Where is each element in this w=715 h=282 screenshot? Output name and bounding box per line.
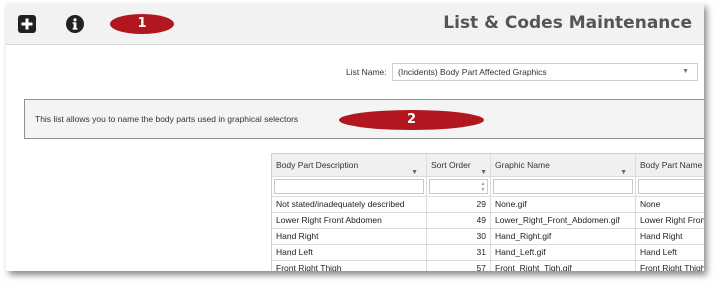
header-bar: 1 List & Codes Maintenance [6, 3, 704, 45]
cell-description: Front Right Thigh [272, 261, 427, 271]
cell-graphic-name: Hand_Right.gif [491, 229, 636, 245]
info-description: This list allows you to name the body pa… [35, 114, 299, 124]
callout-badge-2: 2 [339, 110, 484, 130]
column-header-body-part-name[interactable]: Body Part Name [636, 154, 704, 177]
filter-funnel-icon[interactable]: ▼ [480, 162, 487, 176]
cell-graphic-name: Lower_Right_Front_Abdomen.gif [491, 213, 636, 229]
filter-input-graphic-name[interactable] [493, 179, 633, 194]
column-header-body-part-description[interactable]: Body Part Description ▼ [272, 154, 427, 177]
cell-description: Hand Left [272, 245, 427, 261]
table-row[interactable]: Front Right Thigh 57 Front_Right_Tigh.gi… [272, 261, 704, 271]
table-row[interactable]: Hand Left 31 Hand_Left.gif Hand Left [272, 245, 704, 261]
cell-body-part-name: None [636, 197, 704, 213]
list-name-value: (Incidents) Body Part Affected Graphics [398, 67, 547, 77]
page-title: List & Codes Maintenance [443, 13, 692, 33]
info-icon[interactable] [65, 14, 85, 34]
cell-sort-order: 29 [427, 197, 491, 213]
cell-body-part-name: Front Right Thigh [636, 261, 704, 271]
grid-filter-row: ▲ ▼ [272, 177, 704, 197]
column-header-sort-order[interactable]: Sort Order ▼ [427, 154, 491, 177]
table-row[interactable]: Lower Right Front Abdomen 49 Lower_Right… [272, 213, 704, 229]
cell-body-part-name: Hand Left [636, 245, 704, 261]
cell-description: Not stated/inadequately described [272, 197, 427, 213]
column-header-graphic-name[interactable]: Graphic Name ▼ [491, 154, 636, 177]
cell-graphic-name: Hand_Left.gif [491, 245, 636, 261]
cell-sort-order: 31 [427, 245, 491, 261]
table-row[interactable]: Not stated/inadequately described 29 Non… [272, 197, 704, 213]
cell-sort-order: 57 [427, 261, 491, 271]
filter-input-sort-order[interactable]: ▲ ▼ [429, 179, 488, 194]
cell-sort-order: 30 [427, 229, 491, 245]
filter-input-body-part-name[interactable] [638, 179, 704, 194]
spinner-icon[interactable]: ▲ ▼ [480, 181, 486, 193]
filter-funnel-icon[interactable]: ▼ [411, 162, 418, 176]
add-icon[interactable] [17, 14, 37, 34]
cell-body-part-name: Lower Right Front [636, 213, 704, 229]
cell-body-part-name: Hand Right [636, 229, 704, 245]
body-parts-grid: Body Part Description ▼ Sort Order ▼ Gra… [271, 153, 704, 271]
list-name-select[interactable]: (Incidents) Body Part Affected Graphics … [392, 63, 698, 81]
list-name-label: List Name: [346, 67, 387, 77]
cell-graphic-name: None.gif [491, 197, 636, 213]
filter-input-description[interactable] [274, 179, 424, 194]
cell-description: Hand Right [272, 229, 427, 245]
app-window: 1 List & Codes Maintenance List Name: (I… [6, 3, 704, 271]
table-row[interactable]: Hand Right 30 Hand_Right.gif Hand Right [272, 229, 704, 245]
dropdown-caret-icon: ▼ [682, 68, 689, 75]
grid-header-row: Body Part Description ▼ Sort Order ▼ Gra… [272, 154, 704, 177]
callout-badge-1: 1 [110, 14, 174, 34]
cell-graphic-name: Front_Right_Tigh.gif [491, 261, 636, 271]
filter-funnel-icon[interactable]: ▼ [620, 162, 627, 176]
cell-sort-order: 49 [427, 213, 491, 229]
cell-description: Lower Right Front Abdomen [272, 213, 427, 229]
